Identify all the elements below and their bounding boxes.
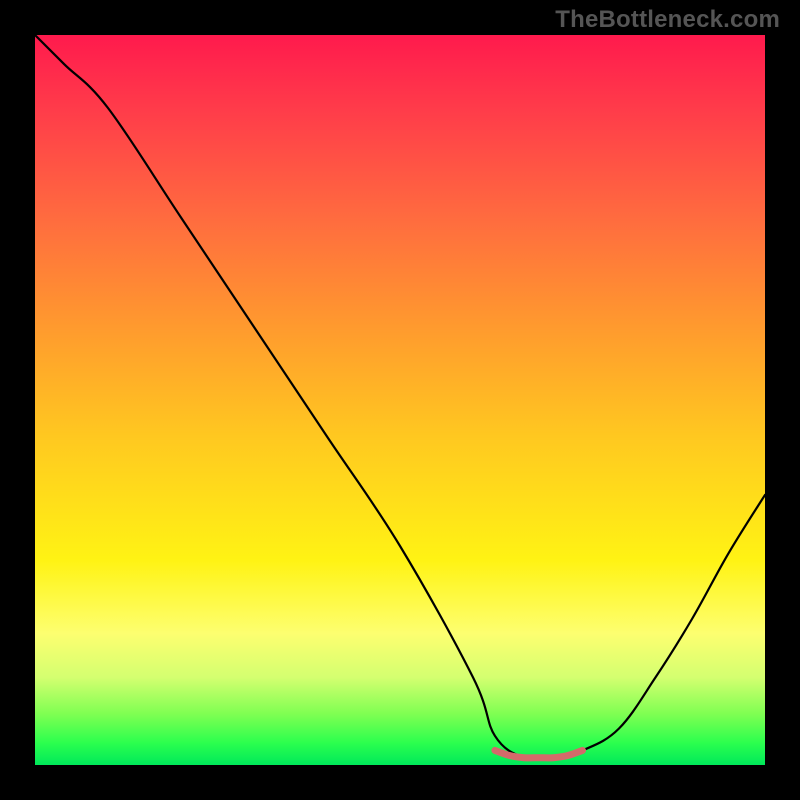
plot-area (35, 35, 765, 765)
bottleneck-curve-path (35, 35, 765, 760)
watermark-text: TheBottleneck.com (555, 6, 780, 34)
curve-layer (35, 35, 765, 765)
chart-frame: TheBottleneck.com (0, 0, 800, 800)
optimal-zone-path (495, 750, 583, 757)
